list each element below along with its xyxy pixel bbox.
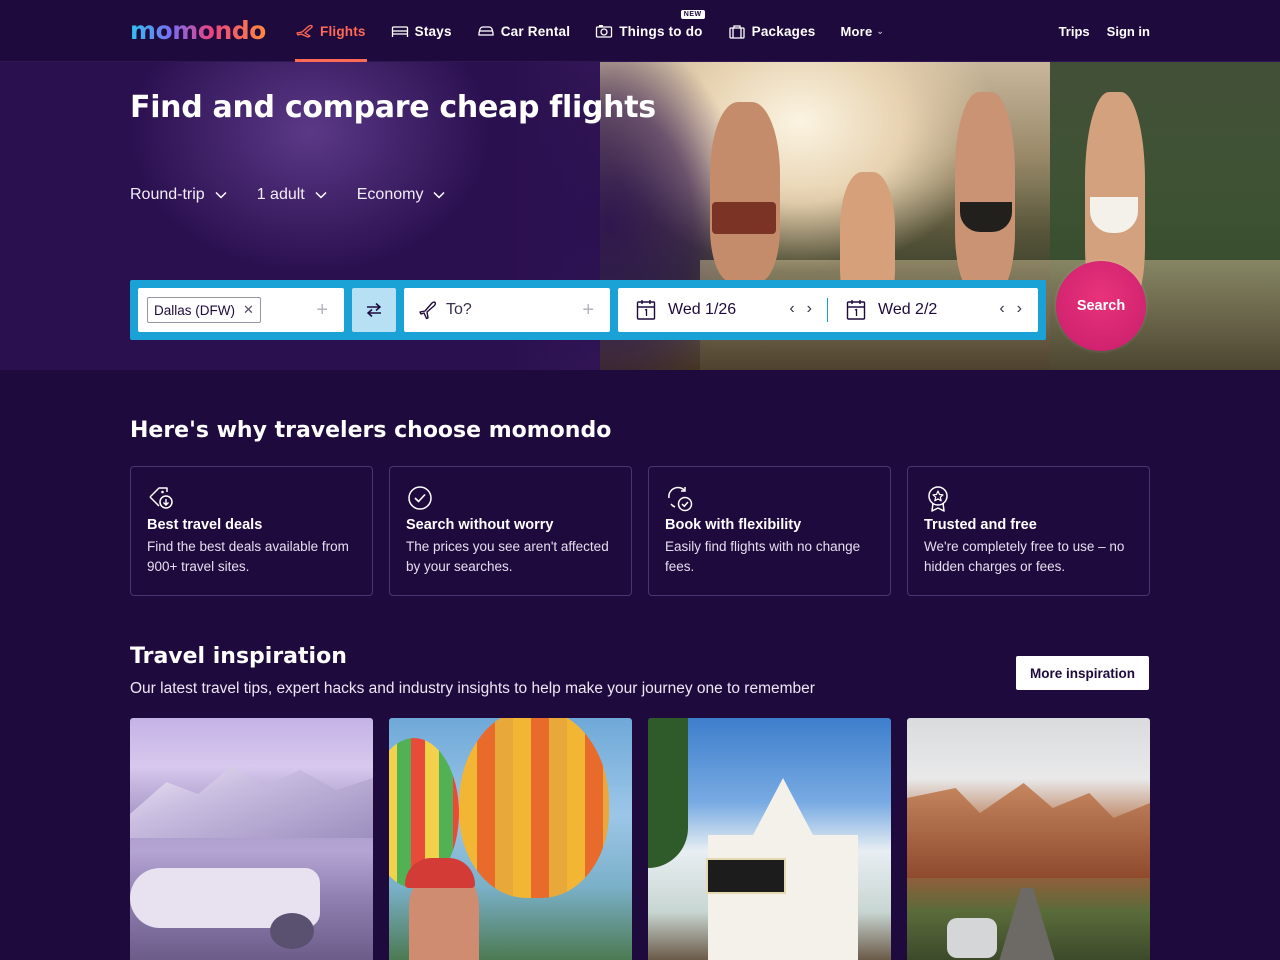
nav-packages-label: Packages (751, 23, 816, 39)
inspiration-title: Travel inspiration (130, 644, 347, 669)
flight-search-form: Dallas (DFW) ✕ + To? + Wed 1/26 ‹ › Wed … (130, 280, 1046, 340)
feature-card: Book with flexibility Easily find flight… (648, 466, 891, 596)
why-cards: Best travel deals Find the best deals av… (130, 466, 1150, 596)
feature-card-title: Search without worry (406, 517, 554, 533)
date-divider (827, 298, 828, 322)
nav-stays-label: Stays (414, 23, 452, 39)
feature-card-text: Easily find flights with no change fees. (665, 539, 861, 574)
cabin-class-select[interactable]: Economy (357, 186, 446, 204)
travelers-select[interactable]: 1 adult (257, 186, 327, 204)
destination-input[interactable]: To? (446, 301, 472, 319)
chevron-down-icon (315, 191, 327, 199)
feature-card-title: Best travel deals (147, 517, 263, 533)
camera-icon (596, 25, 613, 38)
feature-card: Trusted and free We're completely free t… (907, 466, 1150, 596)
trips-link[interactable]: Trips (1059, 24, 1090, 39)
plane-icon (419, 301, 437, 320)
refresh-check-icon (668, 486, 693, 512)
nav-things-to-do[interactable]: Things to do NEW (595, 0, 705, 62)
suitcase-icon (728, 24, 745, 39)
inspiration-cards (130, 718, 1150, 960)
new-badge: NEW (680, 10, 705, 19)
origin-chip-label: Dallas (DFW) (154, 302, 235, 318)
inspiration-card-airplane-mountains[interactable] (130, 718, 373, 960)
inspiration-subtitle: Our latest travel tips, expert hacks and… (130, 680, 815, 697)
nav-car-rental-label: Car Rental (500, 23, 571, 39)
award-ribbon-icon (928, 486, 948, 512)
nav-car-rental[interactable]: Car Rental (477, 0, 571, 62)
origin-chip[interactable]: Dallas (DFW) ✕ (147, 297, 261, 323)
momondo-logo[interactable]: momondo (130, 16, 266, 45)
more-inspiration-button[interactable]: More inspiration (1016, 656, 1149, 690)
chevron-down-icon (215, 191, 227, 199)
plane-icon (296, 24, 313, 38)
depart-date-value: Wed 1/26 (668, 301, 737, 318)
return-date-prev-icon[interactable]: ‹ (999, 301, 1004, 317)
depart-date-prev-icon[interactable]: ‹ (789, 301, 794, 317)
trip-type-select[interactable]: Round-trip (130, 186, 227, 204)
why-section-title: Here's why travelers choose momondo (130, 418, 612, 443)
account-links: Trips Sign in (1042, 0, 1150, 62)
travelers-value: 1 adult (256, 186, 305, 203)
search-button[interactable]: Search (1056, 261, 1146, 351)
feature-card: Best travel deals Find the best deals av… (130, 466, 373, 596)
return-date-field[interactable]: Wed 2/2 ‹ › (846, 288, 1036, 332)
nav-more-dropdown[interactable]: More ⌄ (841, 0, 885, 62)
inspiration-card-theater-building[interactable] (648, 718, 891, 960)
hero-title: Find and compare cheap flights (130, 90, 656, 125)
inspiration-card-hot-air-balloons[interactable] (389, 718, 632, 960)
origin-field[interactable]: Dallas (DFW) ✕ + (138, 288, 344, 332)
depart-date-next-icon[interactable]: › (807, 301, 812, 317)
top-navigation-bar: momondo Flights Stays Car Rental Things … (0, 0, 1280, 62)
bed-icon (391, 26, 408, 37)
nav-stays[interactable]: Stays (391, 0, 452, 62)
trip-type-value: Round-trip (130, 186, 205, 203)
date-range-field: Wed 1/26 ‹ › Wed 2/2 ‹ › (618, 288, 1038, 332)
main-nav: Flights Stays Car Rental Things to do NE… (295, 0, 909, 62)
feature-card-text: We're completely free to use – no hidden… (924, 539, 1125, 574)
depart-date-field[interactable]: Wed 1/26 ‹ › (636, 288, 826, 332)
car-icon (478, 26, 494, 36)
search-options: Round-trip 1 adult Economy (130, 186, 475, 204)
nav-flights-label: Flights (320, 23, 366, 39)
nav-things-to-do-label: Things to do (619, 23, 703, 39)
add-origin-icon[interactable]: + (316, 300, 328, 320)
inspiration-card-canyon-road[interactable] (907, 718, 1150, 960)
swap-origin-destination-button[interactable] (352, 288, 396, 332)
sign-in-link[interactable]: Sign in (1107, 24, 1150, 39)
nav-more-label: More (840, 23, 873, 39)
feature-card: Search without worry The prices you see … (389, 466, 632, 596)
remove-origin-icon[interactable]: ✕ (243, 302, 254, 318)
chevron-down-icon (433, 191, 445, 199)
chevron-down-icon: ⌄ (876, 25, 885, 36)
nav-packages[interactable]: Packages (728, 0, 816, 62)
swap-arrows-icon (366, 302, 382, 318)
deal-tag-icon (149, 487, 173, 509)
feature-card-text: Find the best deals available from 900+ … (147, 539, 349, 574)
nav-flights[interactable]: Flights (295, 0, 367, 62)
return-date-next-icon[interactable]: › (1017, 301, 1022, 317)
cabin-class-value: Economy (356, 186, 424, 203)
feature-card-title: Trusted and free (924, 517, 1037, 533)
return-date-value: Wed 2/2 (878, 301, 938, 318)
add-destination-icon[interactable]: + (582, 300, 594, 320)
calendar-icon (636, 300, 656, 320)
destination-field[interactable]: To? + (404, 288, 610, 332)
feature-card-text: The prices you see aren't affected by yo… (406, 539, 609, 574)
calendar-icon (846, 300, 866, 320)
check-circle-icon (408, 486, 432, 510)
feature-card-title: Book with flexibility (665, 517, 802, 533)
